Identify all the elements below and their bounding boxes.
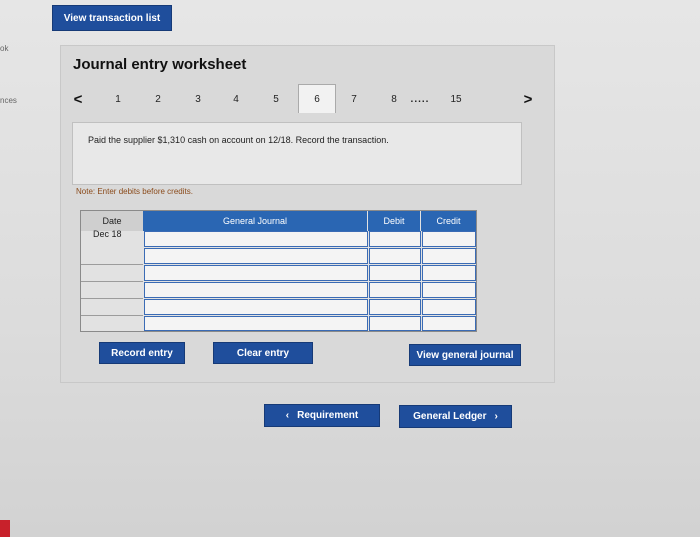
column-header-credit: Credit [421,211,476,231]
tab-6-active[interactable]: 6 [298,84,336,113]
debit-credit-note: Note: Enter debits before credits. [76,187,193,196]
general-ledger-button[interactable]: General Ledger › [399,405,512,428]
screen: ok nces View transaction list Journal en… [0,0,700,537]
requirement-label: Requirement [297,410,359,421]
tab-1[interactable]: 1 [108,86,128,112]
chevron-left-icon: ‹ [285,410,290,421]
tab-5[interactable]: 5 [266,86,286,112]
date-row-divider [81,315,143,316]
account-input-row-3[interactable] [144,265,368,281]
tab-4[interactable]: 4 [226,86,246,112]
account-input-row-2[interactable] [144,248,368,264]
credit-input-row-6[interactable] [422,316,476,331]
date-row-divider [81,281,143,282]
account-input-row-1[interactable] [144,231,368,247]
requirement-button[interactable]: ‹ Requirement [264,404,380,427]
record-entry-button[interactable]: Record entry [99,342,185,364]
tab-3[interactable]: 3 [188,86,208,112]
credit-input-row-5[interactable] [422,299,476,315]
credit-input-row-4[interactable] [422,282,476,298]
view-general-journal-button[interactable]: View general journal [409,344,521,366]
column-header-general-journal: General Journal [143,211,367,231]
account-input-row-4[interactable] [144,282,368,298]
tabs-ellipsis: ..... [410,93,430,105]
credit-input-row-1[interactable] [422,231,476,247]
column-header-date: Date [81,211,143,231]
debit-input-row-1[interactable] [369,231,421,247]
tab-15[interactable]: 15 [444,86,468,112]
journal-entry-table: Date General Journal Debit Credit Dec 18 [80,210,477,332]
worksheet-tabs: < 1 2 3 4 5 6 7 8 ..... 15 > [70,84,540,114]
general-ledger-label: General Ledger [413,411,487,422]
tab-2[interactable]: 2 [148,86,168,112]
corner-mark [0,520,10,537]
problem-statement-box: Paid the supplier $1,310 cash on account… [72,122,522,185]
clear-entry-button[interactable]: Clear entry [213,342,313,364]
date-row-divider [81,298,143,299]
debit-input-row-3[interactable] [369,265,421,281]
date-row-divider [81,264,143,265]
edge-text-top: ok [0,44,9,53]
credit-input-row-2[interactable] [422,248,476,264]
account-input-row-5[interactable] [144,299,368,315]
problem-statement: Paid the supplier $1,310 cash on account… [88,135,389,145]
chevron-right-icon: › [494,411,498,422]
debit-input-row-5[interactable] [369,299,421,315]
account-input-row-6[interactable] [144,316,368,331]
tab-7[interactable]: 7 [344,86,364,112]
prev-tab-icon[interactable]: < [70,86,86,112]
worksheet-title: Journal entry worksheet [73,56,247,73]
view-transaction-list-button[interactable]: View transaction list [52,5,172,31]
debit-input-row-2[interactable] [369,248,421,264]
debit-input-row-4[interactable] [369,282,421,298]
column-header-debit: Debit [368,211,420,231]
credit-input-row-3[interactable] [422,265,476,281]
next-tab-icon[interactable]: > [520,86,536,112]
debit-input-row-6[interactable] [369,316,421,331]
edge-text-mid: nces [0,96,17,105]
date-cell-row-1: Dec 18 [93,229,122,239]
